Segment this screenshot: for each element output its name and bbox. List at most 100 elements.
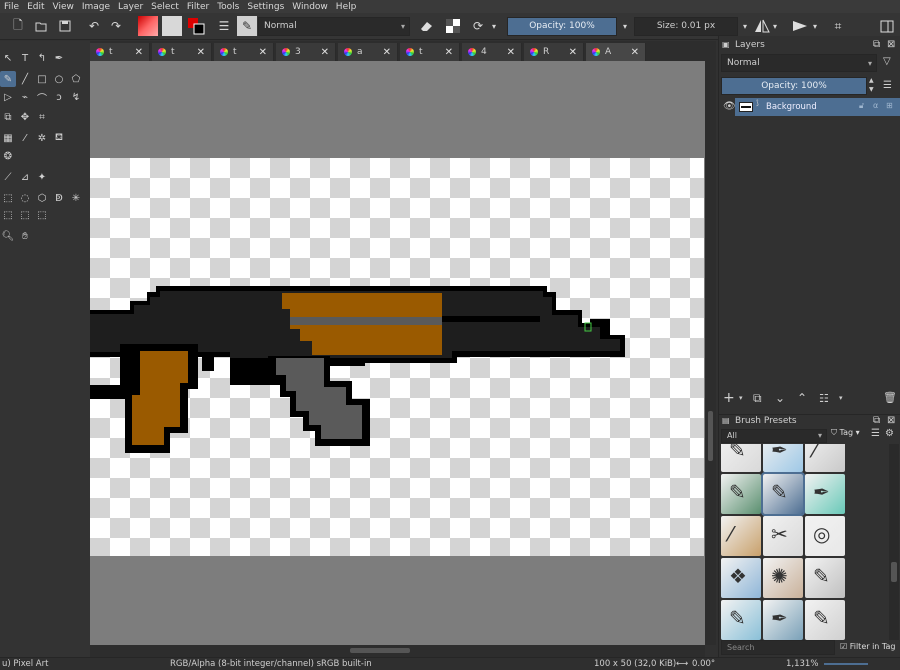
layer-opacity-slider[interactable]: Opacity: 100% [721,77,867,95]
document-tab[interactable]: 3 ✕ [276,43,336,61]
reload-preset-icon[interactable]: ⟳ [468,16,488,36]
fg-bg-color-icon[interactable] [186,16,206,36]
freehand-path-icon[interactable]: ↄ [51,89,67,105]
menu-window[interactable]: Window [288,2,332,12]
float-panel-icon[interactable]: ⧉ [873,39,880,50]
gradient-swatch-icon[interactable] [138,16,158,36]
move-layer-down-icon[interactable]: ⌄ [775,391,785,405]
move-layer-up-icon[interactable]: ⌃ [797,391,807,405]
eye-visibility-icon[interactable]: 👁︎ [723,101,736,112]
brush-preset-icon[interactable]: ✒ [763,444,803,472]
brush-preset-icon[interactable]: ✎ [761,472,805,516]
layer-properties-icon[interactable]: ☷ [819,392,829,405]
transform-tool-icon[interactable]: ⧉ [0,109,16,125]
menu-tools[interactable]: Tools [213,2,243,12]
document-tab[interactable]: a ✕ [338,43,398,61]
brush-preset-icon[interactable]: ◎ [805,516,845,556]
filter-icon[interactable]: ▽ [883,56,891,67]
reference-tool-icon[interactable]: ✦ [34,169,50,185]
brush-settings-icon[interactable]: ☰ [214,16,234,36]
polygon-tool-icon[interactable]: ⬠ [68,71,84,87]
brush-preset-icon[interactable]: ⁄ [805,444,845,472]
layer-row[interactable]: 👁︎ ⟆ Background 🔓︎ α ⊞ [719,98,900,116]
mirror-horizontal-icon[interactable] [752,16,772,36]
rectangle-tool-icon[interactable]: □ [34,71,50,87]
assistant-tool-icon[interactable]: ❂ [0,148,16,164]
alpha-icon[interactable]: α [873,101,878,110]
menu-select[interactable]: Select [147,2,183,12]
rect-select-icon[interactable]: ⬚ [0,190,16,206]
document-tab[interactable]: R ✕ [524,43,584,61]
brush-preset-icon[interactable]: ❖ [721,558,761,598]
menu-filter[interactable]: Filter [183,2,213,12]
brush-preset-icon[interactable]: ✎ [237,16,257,36]
close-panel-icon[interactable]: ⊠ [887,39,895,50]
gradient-tool-icon[interactable]: ▦ [0,130,16,146]
brush-preset-icon[interactable]: ✎ [721,474,761,514]
close-tab-icon[interactable]: ✕ [383,47,391,58]
zoom-slider[interactable] [824,663,868,665]
status-rotation[interactable]: 0.00° [692,659,715,669]
document-tab[interactable]: t ✕ [90,43,150,61]
menu-file[interactable]: File [0,2,23,12]
brush-preset-icon[interactable]: ⁄ [721,516,761,556]
document-tab[interactable]: A ✕ [586,43,646,61]
crop-icon[interactable]: ⌗ [828,16,848,36]
size-slider[interactable]: Size: 0.01 px [634,17,738,36]
pan-tool-icon[interactable]: ✋︎ [17,228,33,244]
document-tab[interactable]: 4 ✕ [462,43,522,61]
preset-view-icon[interactable]: ☰ [871,428,880,439]
text-tool-icon[interactable]: T [17,50,33,66]
path-tool-icon[interactable]: ⌁ [17,89,33,105]
bezier-select-icon[interactable]: ⬚ [17,207,33,223]
magnetic-select-icon[interactable]: ⬚ [34,207,50,223]
panel-layout-icon[interactable] [877,16,897,36]
vertical-scrollbar[interactable] [705,61,716,645]
smart-patch-icon[interactable]: ✲ [34,130,50,146]
brush-preset-icon[interactable]: ✺ [763,558,803,598]
document-tab[interactable]: t ✕ [152,43,212,61]
delete-layer-icon[interactable]: 🗑︎ [883,391,897,404]
save-icon[interactable] [55,16,75,36]
line-tool-icon[interactable]: ╱ [17,71,33,87]
dynamic-brush-icon[interactable]: ↯ [68,89,84,105]
opacity-slider[interactable]: Opacity: 100% [507,17,617,36]
close-tab-icon[interactable]: ✕ [321,47,329,58]
close-tab-icon[interactable]: ✕ [135,47,143,58]
crop-tool-icon[interactable]: ⌗ [34,109,50,125]
document-tab[interactable]: t ✕ [400,43,460,61]
float-panel-icon[interactable]: ⧉ [873,415,880,426]
add-layer-icon[interactable]: + [723,390,735,406]
ruler-tool-icon[interactable]: ⊿ [17,169,33,185]
spin-arrows-icon[interactable]: ▲ ▼ [869,76,874,94]
rotate-icon[interactable]: ⟷ [676,659,688,669]
status-colorspace[interactable]: RGB/Alpha (8-bit integer/channel) sRGB b… [170,659,372,669]
eraser-icon[interactable] [416,16,436,36]
close-tab-icon[interactable]: ✕ [569,47,577,58]
ellipse-tool-icon[interactable]: ○ [51,71,67,87]
brush-preset-icon[interactable]: ✎ [805,600,845,640]
polygon-select-icon[interactable]: ⬡ [34,190,50,206]
chevron-down-icon[interactable]: ▾ [770,16,780,36]
magic-wand-icon[interactable]: ✳ [68,190,84,206]
close-tab-icon[interactable]: ✕ [631,47,639,58]
brush-preset-icon[interactable]: ✎ [721,600,761,640]
redo-icon[interactable]: ↷ [106,16,126,36]
brush-preset-icon[interactable]: ✒ [763,600,803,640]
layer-blend-mode-select[interactable]: Normal ▾ [721,54,877,72]
layer-name[interactable]: Background [766,102,817,112]
move-tool-icon[interactable]: ✥ [17,109,33,125]
horizontal-scrollbar[interactable] [90,645,705,657]
new-document-icon[interactable]: 🗋 [8,16,28,36]
calligraphy-icon[interactable]: ✒ [51,50,67,66]
menu-help[interactable]: Help [332,2,361,12]
edit-shapes-icon[interactable]: ↰ [34,50,50,66]
ellipse-select-icon[interactable]: ◌ [17,190,33,206]
chevron-down-icon[interactable]: ▾ [739,394,743,402]
close-tab-icon[interactable]: ✕ [507,47,515,58]
close-tab-icon[interactable]: ✕ [445,47,453,58]
similar-select-icon[interactable]: ⬚ [0,207,16,223]
color-picker-icon[interactable]: ⁄ [17,130,33,146]
preset-options-icon[interactable]: ⚙︎ [885,428,894,439]
preset-scrollbar[interactable] [889,444,899,640]
